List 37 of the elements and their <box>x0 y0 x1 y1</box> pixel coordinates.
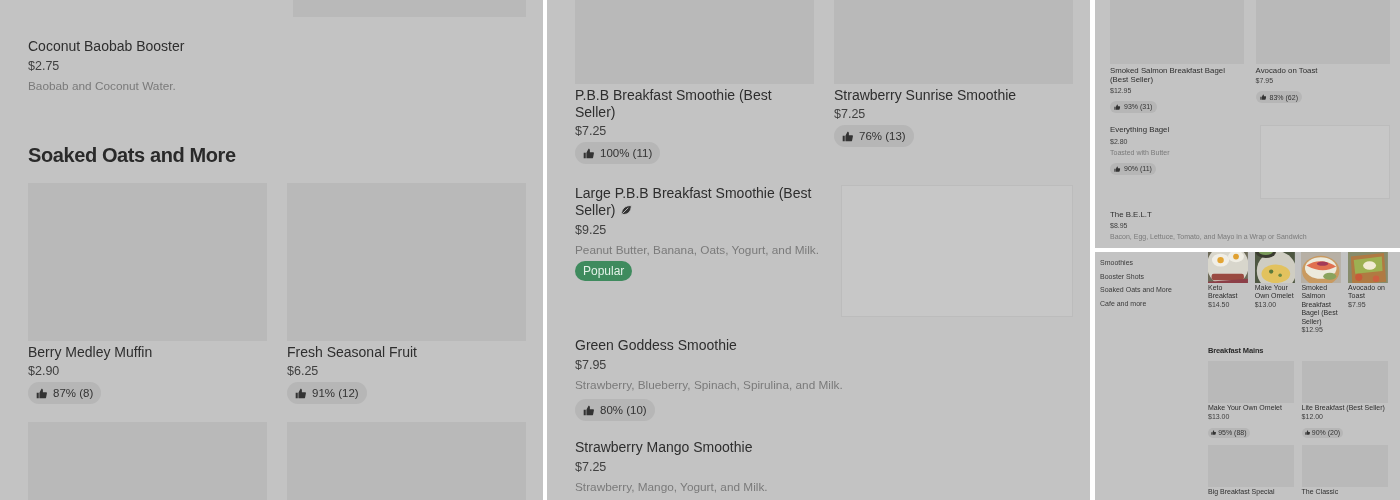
rating-text: 80% (10) <box>600 404 647 416</box>
rating-text: 91% (12) <box>312 387 359 399</box>
item-price: $6.25 <box>287 363 320 380</box>
thumbs-up-icon <box>583 147 594 159</box>
rating-text: 76% (13) <box>859 130 906 142</box>
thumbs-up-icon <box>1114 165 1121 172</box>
item-price: $7.25 <box>575 123 608 140</box>
item-price: $7.25 <box>834 106 867 123</box>
item-name: Large P.B.B Breakfast Smoothie (Best Seller) <box>575 185 812 218</box>
thumbs-up-icon <box>1211 430 1216 436</box>
item-description: Strawberry, Blueberry, Spinach, Spirulina, and Milk. <box>575 377 844 394</box>
thumbs-up-icon <box>583 404 594 416</box>
item-name: Coconut Baobab Booster <box>28 38 185 54</box>
thumbs-up-icon <box>36 387 47 399</box>
item-name: Berry Medley Muffin <box>28 344 154 361</box>
item-name: Strawberry Mango Smoothie <box>575 439 753 455</box>
item-price: $7.95 <box>575 357 608 374</box>
rating-text: 100% (11) <box>600 147 653 159</box>
item-name: Green Goddess Smoothie <box>575 337 737 353</box>
item-price: $2.90 <box>28 363 61 380</box>
item-price: $7.25 <box>575 459 608 476</box>
thumbs-up-icon <box>1114 103 1121 110</box>
popular-tag: Popular <box>575 261 633 281</box>
item-description: Strawberry, Mango, Yogurt, and Milk. <box>575 479 769 496</box>
section-heading: Soaked Oats and More <box>28 143 237 168</box>
thumbs-up-icon <box>842 130 853 142</box>
thumbs-up-icon <box>1260 94 1267 101</box>
item-description: Peanut Butter, Banana, Oats, Yogurt, and Milk. <box>575 242 820 259</box>
item-name: Strawberry Sunrise Smoothie <box>834 87 1018 104</box>
rating-text: 87% (8) <box>53 387 94 399</box>
thumbs-up-icon <box>1304 430 1310 436</box>
item-name: Fresh Seasonal Fruit <box>287 344 418 361</box>
item-description: Baobab and Coconut Water. <box>28 78 177 95</box>
item-name: P.B.B Breakfast Smoothie (Best Seller) <box>575 87 773 121</box>
item-price: $9.25 <box>575 222 608 239</box>
thumbs-up-icon <box>295 387 306 399</box>
item-price: $2.75 <box>28 58 61 75</box>
